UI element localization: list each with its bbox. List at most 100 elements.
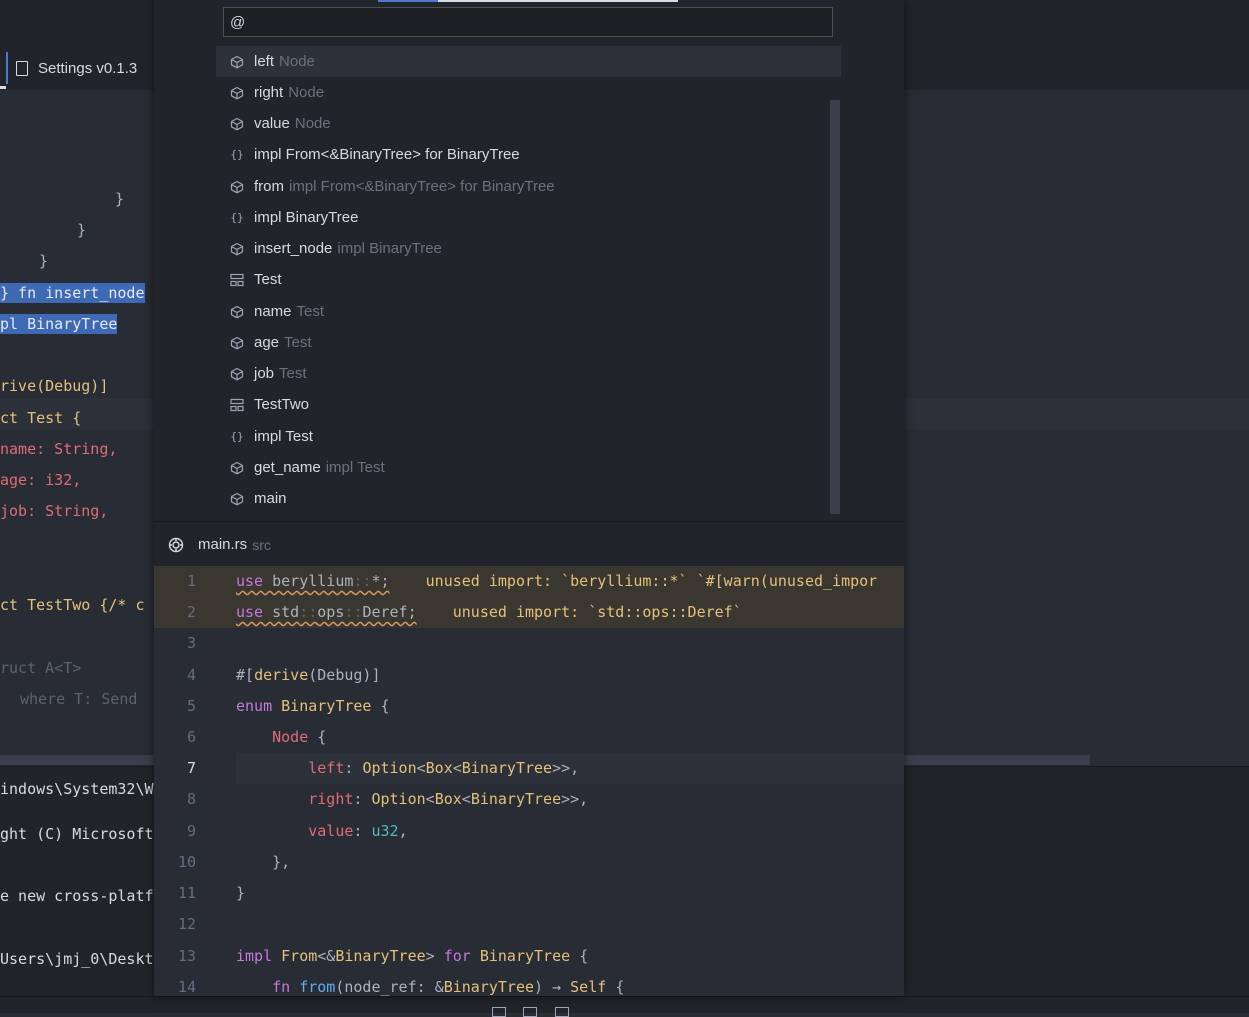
document-icon [16, 60, 28, 76]
result-context: Test [296, 303, 325, 320]
background-code-line: ruct A<T> [0, 659, 82, 677]
code-line: 12 [154, 909, 904, 940]
preview-editor[interactable]: 1 use beryllium::*; unused import: `bery… [154, 566, 904, 996]
result-item[interactable]: Test [216, 264, 841, 295]
search-box[interactable] [223, 7, 833, 37]
result-item[interactable]: TestTwo [216, 389, 841, 420]
background-code-line: age: i32, [0, 471, 82, 489]
result-item[interactable]: get_name impl Test [216, 452, 841, 483]
struct-icon [230, 398, 244, 412]
line-number: 6 [186, 728, 196, 746]
background-code-line: } [39, 252, 49, 270]
line-number: 11 [177, 884, 196, 902]
line-number: 13 [177, 947, 196, 965]
result-item[interactable]: from impl From<&BinaryTree> for BinaryTre… [216, 171, 841, 202]
result-item[interactable]: value Node [216, 108, 841, 139]
terminal-line: ght (C) Microsoft [0, 825, 154, 843]
field-cube-icon [230, 180, 244, 194]
tab-settings[interactable]: Settings v0.1.3 [6, 52, 137, 84]
line-number: 8 [186, 790, 196, 808]
result-item[interactable]: right Node [216, 77, 841, 108]
result-name: age [254, 334, 280, 351]
preview-filename: main.rs [198, 536, 248, 553]
tab-settings-label: Settings v0.1.3 [38, 59, 138, 77]
field-cube-icon [230, 55, 244, 69]
braces-icon: {} [230, 210, 244, 224]
code-line-current: 7 left: Option<Box<BinaryTree>>, [154, 753, 904, 784]
line-number: 1 [186, 572, 196, 590]
field-cube-icon [230, 336, 244, 350]
field-cube-icon [230, 86, 244, 100]
field-cube-icon [230, 305, 244, 319]
terminal-line: indows\System32\Wir [0, 780, 172, 798]
background-code-line-selected: } fn insert_node [0, 283, 145, 303]
result-item[interactable]: name Test [216, 296, 841, 327]
tab-active-indicator [0, 86, 6, 89]
diagnostic-message: unused import: `beryllium::*` `#[warn(un… [425, 572, 878, 590]
results-scrollbar[interactable] [830, 100, 840, 514]
diagnostic-message: unused import: `std::ops::Deref` [452, 603, 742, 621]
result-name: get_name [254, 459, 321, 476]
palette-top-indicator [438, 0, 678, 2]
result-name: impl Test [254, 428, 313, 445]
result-name: from [254, 178, 284, 195]
result-name: right [254, 84, 284, 101]
result-name: impl BinaryTree [254, 209, 359, 226]
code-line: 5 enum BinaryTree { [154, 691, 904, 722]
line-number-active: 7 [186, 759, 196, 777]
result-context: impl Test [325, 459, 385, 476]
result-name: name [254, 303, 292, 320]
result-context: Node [288, 84, 325, 101]
background-code-line: } [115, 190, 125, 208]
line-number: 5 [186, 697, 196, 715]
result-context: impl From<&BinaryTree> for BinaryTree [289, 178, 555, 195]
result-item[interactable]: age Test [216, 327, 841, 358]
field-cube-icon [230, 461, 244, 475]
field-cube-icon [230, 117, 244, 131]
panel-left-icon[interactable] [492, 1007, 506, 1017]
field-cube-icon [230, 242, 244, 256]
line-number: 12 [177, 915, 196, 933]
braces-icon: {} [230, 147, 244, 161]
rust-file-icon [168, 537, 184, 552]
background-code-line: rive(Debug)] [0, 377, 109, 395]
background-code-line-selected: pl BinaryTree [0, 314, 118, 334]
palette-top-indicator [378, 0, 438, 2]
result-item[interactable]: insert_node impl BinaryTree [216, 233, 841, 264]
result-context: impl BinaryTree [337, 240, 442, 257]
result-name: TestTwo [254, 396, 310, 413]
result-item[interactable]: {} impl From<&BinaryTree> for BinaryTree [216, 139, 841, 170]
preview-header: main.rs src [154, 521, 904, 567]
background-code-line: ct Test { [0, 409, 82, 427]
braces-icon: {} [230, 429, 244, 443]
preview-directory: src [252, 536, 271, 553]
result-name: insert_node [254, 240, 333, 257]
result-item[interactable]: {} impl BinaryTree [216, 202, 841, 233]
panel-bottom-icon[interactable] [523, 1007, 537, 1017]
terminal-line: e new cross-platf [0, 887, 154, 905]
search-input[interactable] [230, 8, 820, 36]
code-line: 9 value: u32, [154, 816, 904, 847]
code-line: 10 }, [154, 847, 904, 878]
result-item[interactable]: main [216, 483, 841, 514]
result-context: Test [279, 365, 307, 382]
result-item[interactable]: {} impl Test [216, 421, 841, 452]
result-item[interactable]: left Node [216, 46, 841, 77]
result-context: Test [284, 334, 312, 351]
code-line: 6 Node { [154, 722, 904, 753]
status-bar [0, 996, 1249, 1017]
code-line: 14 fn from(node_ref: &BinaryTree) → Self… [154, 972, 904, 996]
result-name: main [254, 490, 287, 507]
results-list[interactable]: left Node right Node value Node{} impl From<&B… [216, 45, 841, 515]
line-number: 9 [186, 822, 196, 840]
line-number: 4 [186, 666, 196, 684]
background-code-line: ct TestTwo {/* c [0, 596, 145, 614]
result-item[interactable]: job Test [216, 358, 841, 389]
struct-icon [230, 273, 244, 287]
field-cube-icon [230, 367, 244, 381]
code-line: 8 right: Option<Box<BinaryTree>>, [154, 784, 904, 815]
line-number: 2 [186, 603, 196, 621]
code-line: 11 } [154, 878, 904, 909]
panel-right-icon[interactable] [555, 1007, 569, 1017]
result-name: impl From<&BinaryTree> for BinaryTree [254, 146, 520, 163]
